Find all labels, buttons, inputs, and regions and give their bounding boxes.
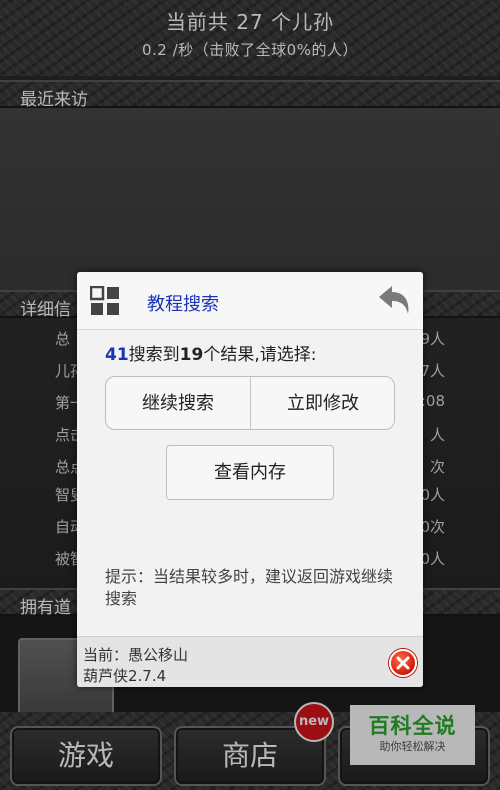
result-number: 19 xyxy=(179,345,204,365)
search-dialog: 教程搜索 41搜索到19个结果,请选择: 继续搜索 立即修改 查看内存 提示：当… xyxy=(77,272,423,687)
action-button-group: 继续搜索 立即修改 xyxy=(105,376,395,430)
result-mid-text: 搜索到 xyxy=(128,345,180,365)
result-count: 41 xyxy=(105,345,129,365)
grid-icon[interactable] xyxy=(90,286,120,316)
continue-search-button[interactable]: 继续搜索 xyxy=(106,377,250,429)
modify-now-button[interactable]: 立即修改 xyxy=(251,377,394,429)
result-tail-text: 个结果,请选择: xyxy=(203,345,317,365)
back-arrow-icon[interactable] xyxy=(375,280,415,320)
view-memory-button[interactable]: 查看内存 xyxy=(166,445,334,500)
hint-text: 提示：当结果较多时，建议返回游戏继续搜索 xyxy=(105,567,394,608)
close-icon[interactable] xyxy=(389,649,417,677)
dialog-title: 教程搜索 xyxy=(147,294,219,315)
dialog-footer: 当前：愚公移山 葫芦侠2.7.4 xyxy=(77,636,423,687)
dialog-header: 教程搜索 xyxy=(77,272,423,330)
current-game-label: 当前：愚公移山 xyxy=(83,646,189,664)
result-summary: 41搜索到19个结果,请选择: xyxy=(105,340,316,365)
version-label: 葫芦侠2.7.4 xyxy=(83,667,167,685)
